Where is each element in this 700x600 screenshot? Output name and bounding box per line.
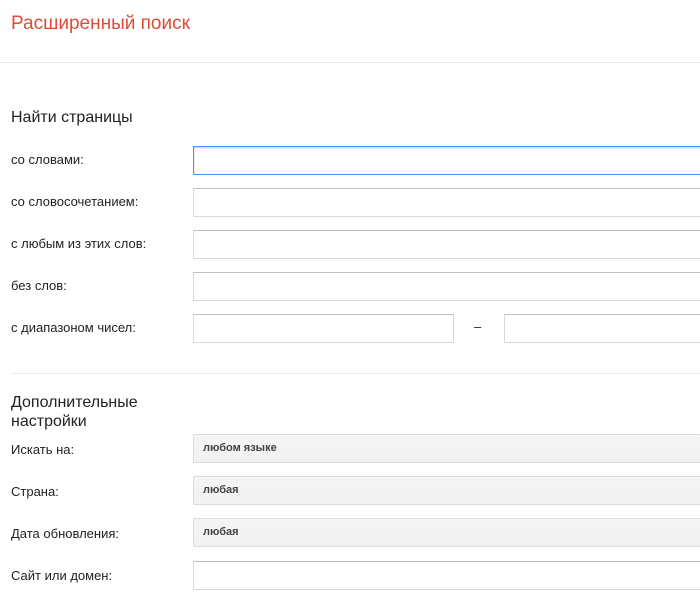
update-date-select[interactable]: любая [193, 518, 700, 547]
site-domain-input[interactable] [193, 561, 700, 590]
country-label: Страна: [11, 484, 59, 499]
all-words-label: со словами: [11, 152, 84, 167]
page-title: Расширенный поиск [11, 13, 190, 34]
find-pages-section-title: Найти страницы [11, 109, 133, 126]
range-from-input[interactable] [193, 314, 454, 343]
section-divider [11, 373, 700, 374]
any-words-input[interactable] [193, 230, 700, 259]
range-to-input[interactable] [504, 314, 700, 343]
exact-phrase-label: со словосочетанием: [11, 194, 139, 209]
country-select-value: любая [203, 484, 239, 496]
update-date-label: Дата обновления: [11, 526, 119, 541]
page-header: Расширенный поиск [0, 0, 700, 63]
site-domain-label: Сайт или домен: [11, 568, 113, 583]
any-words-label: с любым из этих слов: [11, 236, 147, 251]
exact-phrase-input[interactable] [193, 188, 700, 217]
update-date-select-value: любая [203, 526, 239, 538]
number-range-label: с диапазоном чисел: [11, 320, 136, 335]
language-select-value: любом языке [203, 442, 277, 454]
all-words-input[interactable] [193, 146, 700, 175]
none-words-label: без слов: [11, 278, 67, 293]
additional-settings-title: Дополнительные настройки [11, 394, 138, 430]
range-separator: – [474, 319, 482, 334]
language-label: Искать на: [11, 442, 75, 457]
none-words-input[interactable] [193, 272, 700, 301]
country-select[interactable]: любая [193, 476, 700, 505]
language-select[interactable]: любом языке [193, 434, 700, 463]
